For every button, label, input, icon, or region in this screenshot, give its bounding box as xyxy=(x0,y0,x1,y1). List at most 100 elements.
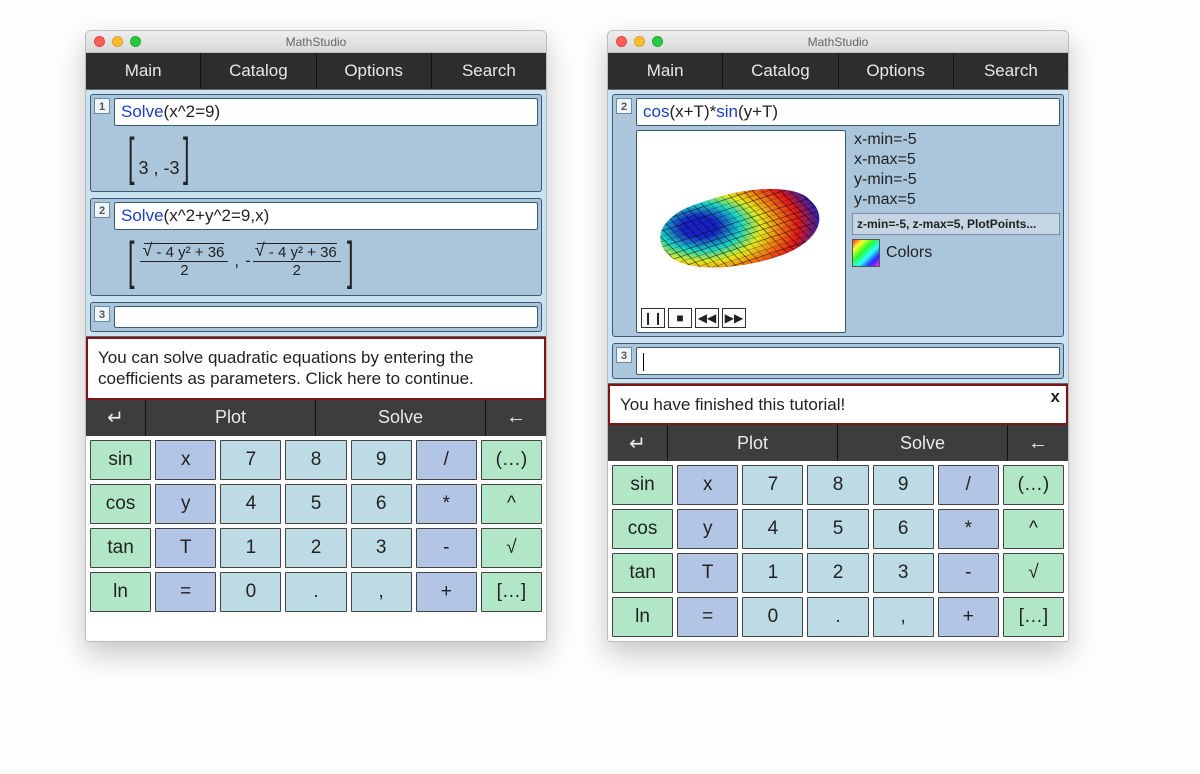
key-6[interactable]: 6 xyxy=(873,509,934,549)
cell-output: [3 , -3] xyxy=(114,126,538,188)
key-[interactable]: , xyxy=(873,597,934,637)
key-[interactable]: (…) xyxy=(1003,465,1064,505)
expression-input[interactable]: Solve(x^2+y^2=9,x) xyxy=(114,202,538,230)
key-[interactable]: - xyxy=(416,528,477,568)
enter-button[interactable]: ↵ xyxy=(608,425,668,461)
titlebar: MathStudio xyxy=(86,31,546,53)
tab-search[interactable]: Search xyxy=(954,53,1068,89)
param-extra[interactable]: z-min=-5, z-max=5, PlotPoints... xyxy=(852,213,1060,235)
key-x[interactable]: x xyxy=(155,440,216,480)
key-[interactable]: . xyxy=(285,572,346,612)
pause-button[interactable]: ❙❙ xyxy=(641,308,665,328)
key-cos[interactable]: cos xyxy=(612,509,673,549)
key-4[interactable]: 4 xyxy=(220,484,281,524)
key-[interactable]: (…) xyxy=(481,440,542,480)
colors-label[interactable]: Colors xyxy=(886,244,932,262)
key-3[interactable]: 3 xyxy=(873,553,934,593)
key-y[interactable]: y xyxy=(155,484,216,524)
key-7[interactable]: 7 xyxy=(220,440,281,480)
key-[interactable]: + xyxy=(938,597,999,637)
key-7[interactable]: 7 xyxy=(742,465,803,505)
key-4[interactable]: 4 xyxy=(742,509,803,549)
key-[interactable]: . xyxy=(807,597,868,637)
cell-2[interactable]: 2 cos(x+T)*sin(y+T) ❙❙ ■ xyxy=(612,94,1064,337)
cell-3[interactable]: 3 xyxy=(612,343,1064,379)
param-ymin[interactable]: y-min=-5 xyxy=(852,170,1060,190)
key-1[interactable]: 1 xyxy=(220,528,281,568)
key-[interactable]: ^ xyxy=(1003,509,1064,549)
key-t[interactable]: T xyxy=(155,528,216,568)
tutorial-banner[interactable]: You can solve quadratic equations by ent… xyxy=(86,337,546,400)
key-2[interactable]: 2 xyxy=(807,553,868,593)
cell-number: 3 xyxy=(616,347,632,363)
solve-button[interactable]: Solve xyxy=(838,425,1008,461)
plot-button[interactable]: Plot xyxy=(668,425,838,461)
tab-options[interactable]: Options xyxy=(317,53,432,89)
key-cos[interactable]: cos xyxy=(90,484,151,524)
key-tan[interactable]: tan xyxy=(612,553,673,593)
key-0[interactable]: 0 xyxy=(220,572,281,612)
key-sin[interactable]: sin xyxy=(90,440,151,480)
key-5[interactable]: 5 xyxy=(285,484,346,524)
key-[interactable]: * xyxy=(938,509,999,549)
key-6[interactable]: 6 xyxy=(351,484,412,524)
tab-catalog[interactable]: Catalog xyxy=(723,53,838,89)
key-5[interactable]: 5 xyxy=(807,509,868,549)
key-ln[interactable]: ln xyxy=(90,572,151,612)
tab-search[interactable]: Search xyxy=(432,53,546,89)
key-y[interactable]: y xyxy=(677,509,738,549)
key-[interactable]: […] xyxy=(1003,597,1064,637)
key-[interactable]: ^ xyxy=(481,484,542,524)
solve-button[interactable]: Solve xyxy=(316,400,486,436)
forward-button[interactable]: ▶▶ xyxy=(722,308,746,328)
expression-input[interactable]: cos(x+T)*sin(y+T) xyxy=(636,98,1060,126)
plot-button[interactable]: Plot xyxy=(146,400,316,436)
expression-input[interactable] xyxy=(114,306,538,328)
stop-button[interactable]: ■ xyxy=(668,308,692,328)
plot-3d-surface[interactable] xyxy=(641,135,841,305)
key-[interactable]: […] xyxy=(481,572,542,612)
key-[interactable]: , xyxy=(351,572,412,612)
param-xmax[interactable]: x-max=5 xyxy=(852,150,1060,170)
key-[interactable]: / xyxy=(938,465,999,505)
tab-catalog[interactable]: Catalog xyxy=(201,53,316,89)
key-3[interactable]: 3 xyxy=(351,528,412,568)
close-tutorial-button[interactable]: x xyxy=(1051,386,1060,407)
key-8[interactable]: 8 xyxy=(285,440,346,480)
tab-options[interactable]: Options xyxy=(839,53,954,89)
key-0[interactable]: 0 xyxy=(742,597,803,637)
expression-input[interactable]: Solve(x^2=9) xyxy=(114,98,538,126)
param-ymax[interactable]: y-max=5 xyxy=(852,190,1060,210)
key-[interactable]: * xyxy=(416,484,477,524)
key-[interactable]: - xyxy=(938,553,999,593)
tab-main[interactable]: Main xyxy=(86,53,201,89)
key-1[interactable]: 1 xyxy=(742,553,803,593)
key-[interactable]: = xyxy=(155,572,216,612)
key-x[interactable]: x xyxy=(677,465,738,505)
key-tan[interactable]: tan xyxy=(90,528,151,568)
expression-input[interactable] xyxy=(636,347,1060,375)
key-[interactable]: √ xyxy=(1003,553,1064,593)
cell-3[interactable]: 3 xyxy=(90,302,542,332)
key-9[interactable]: 9 xyxy=(873,465,934,505)
enter-button[interactable]: ↵ xyxy=(86,400,146,436)
cell-1[interactable]: 1 Solve(x^2=9) [3 , -3] xyxy=(90,94,542,192)
backspace-button[interactable]: ← xyxy=(486,400,546,436)
tutorial-banner[interactable]: You have finished this tutorial! x xyxy=(608,384,1068,425)
key-8[interactable]: 8 xyxy=(807,465,868,505)
key-2[interactable]: 2 xyxy=(285,528,346,568)
key-9[interactable]: 9 xyxy=(351,440,412,480)
backspace-button[interactable]: ← xyxy=(1008,425,1068,461)
key-[interactable]: √ xyxy=(481,528,542,568)
key-[interactable]: = xyxy=(677,597,738,637)
key-ln[interactable]: ln xyxy=(612,597,673,637)
color-swatch-icon[interactable] xyxy=(852,239,880,267)
key-sin[interactable]: sin xyxy=(612,465,673,505)
tab-main[interactable]: Main xyxy=(608,53,723,89)
key-[interactable]: + xyxy=(416,572,477,612)
key-[interactable]: / xyxy=(416,440,477,480)
key-t[interactable]: T xyxy=(677,553,738,593)
param-xmin[interactable]: x-min=-5 xyxy=(852,130,1060,150)
rewind-button[interactable]: ◀◀ xyxy=(695,308,719,328)
cell-2[interactable]: 2 Solve(x^2+y^2=9,x) [ - 4 y² + 36 2 , xyxy=(90,198,542,296)
